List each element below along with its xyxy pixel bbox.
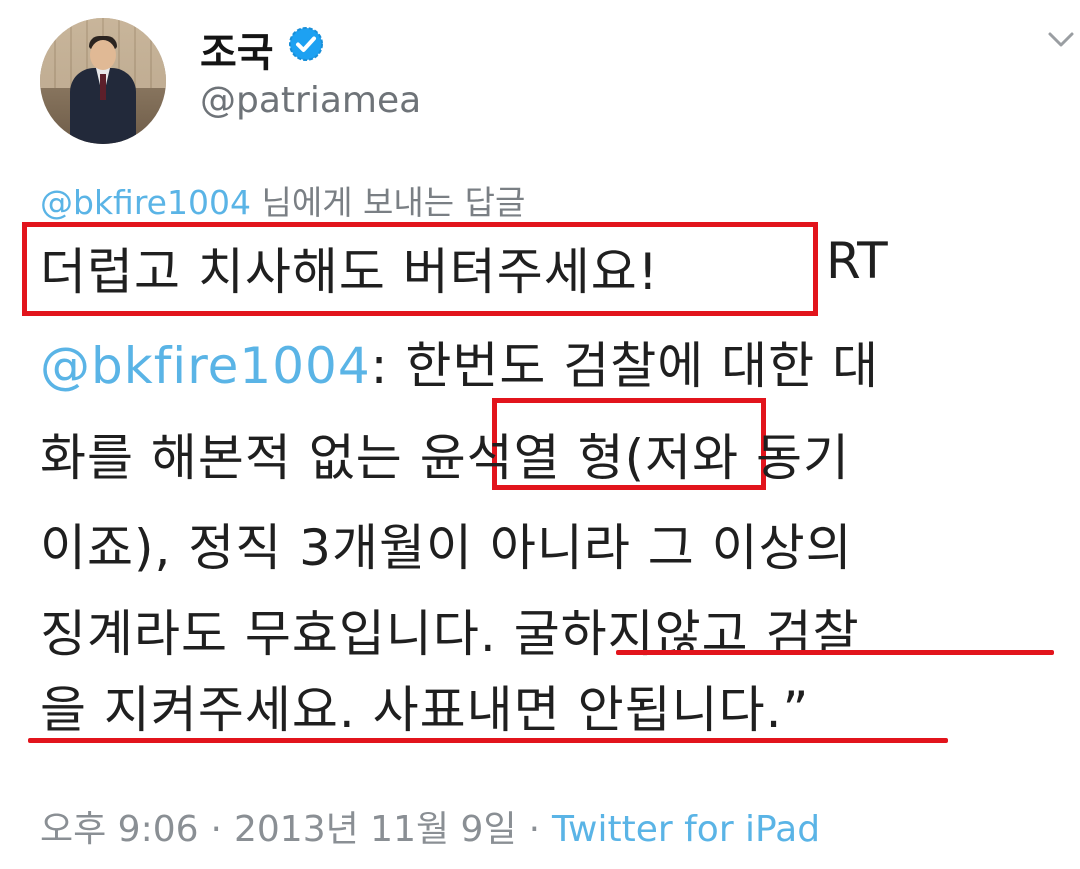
red-underline-1 [616,650,1054,655]
tweet-time[interactable]: 오후 9:06 [40,809,199,850]
reply-context: @bkfire1004 님에게 보내는 답글 [40,176,525,224]
avatar[interactable] [40,18,166,144]
meta-separator-2: · [528,809,541,850]
retweet-marker: RT [826,232,888,290]
reply-mention-link[interactable]: @bkfire1004 [40,183,251,222]
body-line-2: @bkfire1004: 한번도 검찰에 대한 대 [40,326,879,398]
tweet-source-link[interactable]: Twitter for iPad [552,809,820,850]
meta-separator-1: · [210,809,222,850]
body-line-3: 화를 해본적 없는 윤석열 형(저와 동기 [40,418,850,490]
chevron-down-icon[interactable] [1046,24,1076,54]
body-line-3-post: (저와 동기 [624,429,850,487]
body-line-1: 더럽고 치사해도 버텨주세요! [40,232,659,304]
body-line-2-text: : 한번도 검찰에 대한 대 [370,337,880,395]
avatar-head [90,40,116,70]
body-line-6: 을 지켜주세요. 사표내면 안됩니다.” [40,681,810,739]
avatar-tie [100,74,106,100]
body-mention-link[interactable]: @bkfire1004 [40,337,371,395]
body-line-4: 이죠), 정직 3개월이 아니라 그 이상의 [40,519,853,577]
user-handle[interactable]: @patriamea [200,80,421,121]
verified-badge-icon [289,27,323,61]
highlighted-text-2: 윤석열 형 [419,429,625,487]
tweet-meta: 오후 9:06 · 2013년 11월 9일 · Twitter for iPad [40,800,820,852]
body-line-3-pre: 화를 해본적 없는 [40,429,420,487]
reply-suffix: 님에게 보내는 답글 [250,183,526,222]
tweet-date[interactable]: 2013년 11월 9일 [234,809,517,850]
display-name[interactable]: 조국 [200,20,274,78]
highlighted-text-1: 더럽고 치사해도 버텨주세요! [40,243,659,301]
body-line-5: 징계라도 무효입니다. 굴하지않고 검찰 [40,594,860,666]
tweet-card: 조국 @patriamea @bkfire1004 님에게 보내는 답글 더럽고… [0,0,1080,869]
red-underline-2 [28,738,948,743]
body-line-5-pre: 징계라도 무효입니다. [40,605,514,663]
